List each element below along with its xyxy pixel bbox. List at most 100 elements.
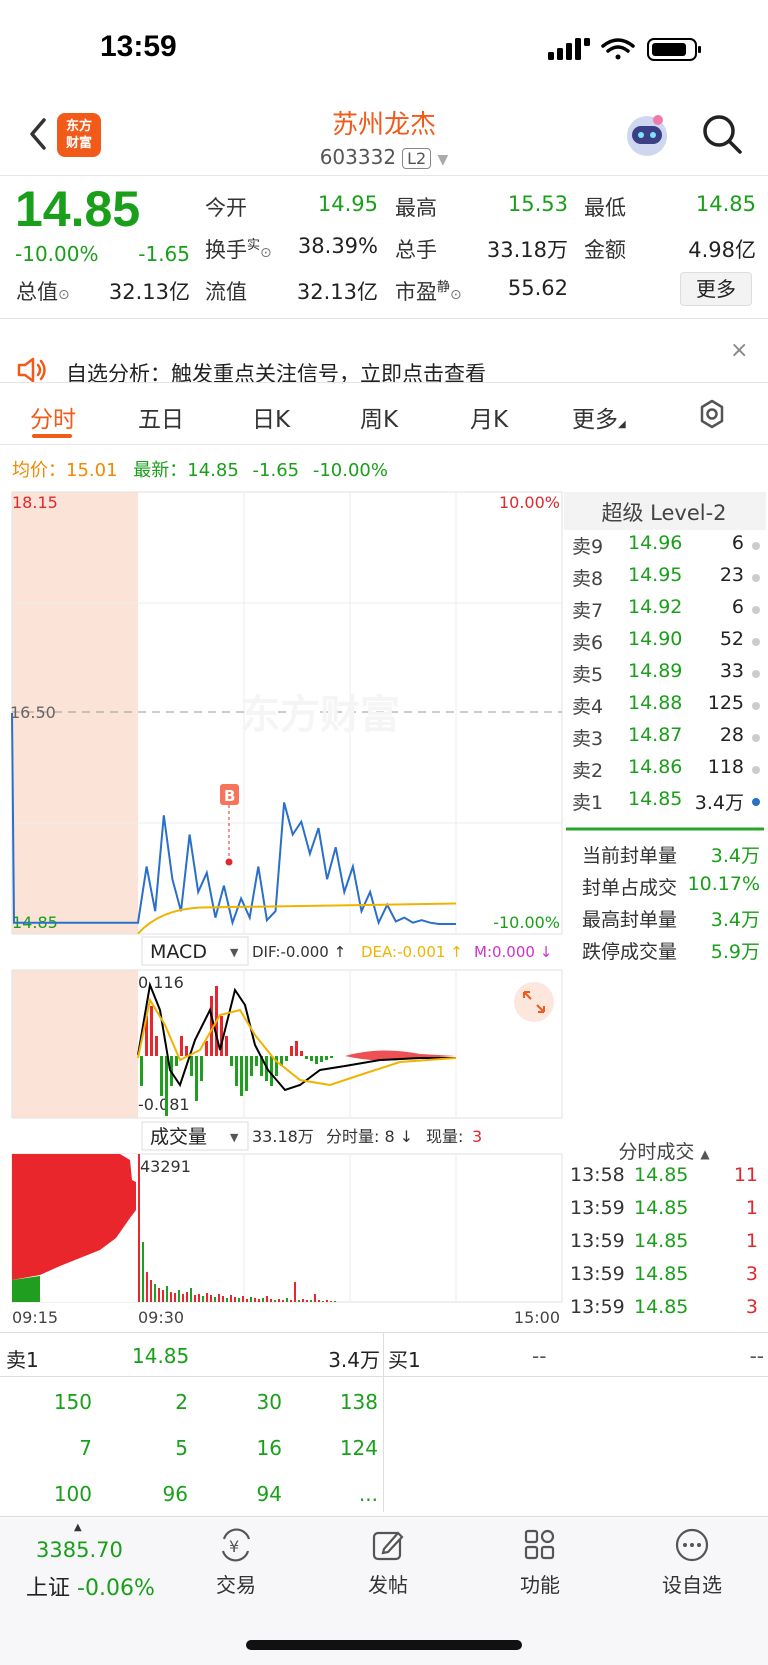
index-label[interactable]: 上证 -0.06% [26, 1570, 155, 1602]
ask-price: 14.96 [628, 532, 683, 554]
pe-label-text: 市盈 [395, 280, 437, 304]
turnover-value: 38.39% [297, 234, 378, 258]
indicator-dot [752, 670, 760, 678]
notice-text[interactable]: 自选分析：触发重点关注信号，立即点击查看 [66, 358, 486, 388]
trades-title[interactable]: 分时成交 ▲ [564, 1137, 764, 1164]
volume-label: 总手 [395, 238, 437, 262]
indicator-dot [752, 734, 760, 742]
expand-button[interactable] [514, 982, 554, 1022]
nav-features[interactable]: 功能 [490, 1525, 590, 1598]
info-icon[interactable]: ⊙ [58, 287, 70, 303]
ask-volume: 23 [719, 564, 744, 586]
macd-bar [325, 1056, 328, 1060]
macd-dif-line [137, 981, 456, 1092]
tab-weekly-k[interactable]: 周K [360, 400, 398, 434]
seal-label: 跌停成交量 [582, 941, 678, 963]
volume-bar [330, 1301, 332, 1302]
volume-bar [322, 1301, 324, 1302]
ask-row[interactable]: 卖3 14.87 28 [564, 724, 764, 756]
nav-post[interactable]: 发帖 [338, 1525, 438, 1598]
tab-intraday[interactable]: 分时 [30, 400, 76, 434]
tab-more-label: 更多 [572, 407, 618, 433]
info-icon[interactable]: ⊙ [450, 287, 462, 303]
seal-label: 当前封单量 [582, 845, 678, 867]
buy-marker[interactable]: B [220, 784, 239, 866]
market-cap-value: 32.13亿 [108, 280, 190, 304]
level2-title[interactable]: 超级 Level-2 [564, 497, 764, 527]
ask-label: 卖7 [572, 600, 604, 622]
tab-five-day[interactable]: 五日 [138, 400, 184, 434]
search-icon[interactable] [700, 112, 744, 156]
volume-bar [162, 1290, 164, 1302]
volume-bar [190, 1288, 192, 1302]
indicator-dot [752, 798, 760, 806]
index-value[interactable]: 3385.70 [36, 1538, 123, 1562]
tab-more[interactable]: 更多◢ [572, 400, 626, 434]
ask-row[interactable]: 卖5 14.89 33 [564, 660, 764, 692]
divider [0, 318, 768, 319]
macd-bar [240, 1056, 243, 1096]
close-icon[interactable]: × [730, 338, 748, 363]
ask-label: 卖2 [572, 760, 604, 782]
wifi-icon [601, 38, 635, 60]
volume-bar [310, 1300, 312, 1302]
tab-monthly-k[interactable]: 月K [470, 400, 508, 434]
nav-add-watchlist[interactable]: 设自选 [642, 1525, 742, 1598]
ask-row[interactable]: 卖6 14.90 52 [564, 628, 764, 660]
ask-row[interactable]: 卖7 14.92 6 [564, 596, 764, 628]
ask-row[interactable]: 卖2 14.86 118 [564, 756, 764, 788]
macd-bar [165, 1056, 168, 1116]
volume-bar [182, 1294, 184, 1302]
seal-row: 跌停成交量 5.9万 [580, 937, 760, 969]
seal-label: 最高封单量 [582, 909, 678, 931]
ask-label: 卖4 [572, 696, 604, 718]
tab-daily-k[interactable]: 日K [252, 400, 290, 434]
volume-bar [138, 1154, 140, 1302]
ask-label: 卖1 [572, 792, 604, 814]
info-icon[interactable]: ⊙ [260, 245, 272, 261]
macd-axis-top: 0.116 [138, 973, 184, 992]
volume-bar [250, 1297, 252, 1302]
pct-axis-bottom: -10.00% [493, 913, 560, 932]
ask-label: 卖6 [572, 632, 604, 654]
volume-bar [222, 1296, 224, 1302]
nav-trade[interactable]: ¥ 交易 [186, 1525, 286, 1598]
volume-bar [254, 1298, 256, 1302]
trade-price: 14.85 [634, 1296, 689, 1318]
volume-bar [234, 1297, 236, 1302]
ask-volume: 118 [707, 756, 744, 778]
time-axis-start: 09:15 [12, 1308, 58, 1327]
ask-row[interactable]: 卖1 14.85 3.4万 [564, 788, 764, 820]
indicator-dot [752, 606, 760, 614]
robot-assistant-icon[interactable] [622, 110, 672, 160]
queue-volume: 7 [79, 1436, 92, 1460]
ask-price: 14.90 [628, 628, 683, 650]
volume-bar [178, 1290, 180, 1302]
status-time: 13:59 [100, 30, 177, 63]
volume-bar [142, 1242, 144, 1302]
latest-pct: -10.00% [312, 460, 388, 481]
seal-row: 当前封单量 3.4万 [580, 841, 760, 873]
ask-row[interactable]: 卖9 14.96 6 [564, 532, 764, 564]
more-button[interactable]: 更多 [680, 272, 752, 306]
volume-per-minute: 分时量: 8 ↓ [326, 1127, 413, 1146]
divider [383, 1332, 384, 1512]
trade-row: 13:59 14.85 3 [568, 1296, 760, 1328]
macd-dea: DEA:-0.001 ↑ [361, 943, 463, 961]
dropdown-caret-icon: ▼ [437, 152, 449, 168]
turnover-sup: 实 [247, 238, 261, 253]
seal-row: 最高封单量 3.4万 [580, 905, 760, 937]
nav-trade-label: 交易 [216, 1573, 256, 1597]
float-cap-value: 32.13亿 [296, 280, 378, 304]
ask-price: 14.92 [628, 596, 683, 618]
volume-bar [202, 1296, 204, 1302]
speaker-icon [17, 357, 46, 383]
gear-icon[interactable] [696, 398, 728, 430]
volume-bar [154, 1284, 156, 1302]
queue-volume: 30 [256, 1390, 282, 1414]
turnover-label: 换手实⊙ [205, 234, 272, 264]
volume-bar [282, 1300, 284, 1302]
ask-row[interactable]: 卖4 14.88 125 [564, 692, 764, 724]
ask-row[interactable]: 卖8 14.95 23 [564, 564, 764, 596]
queue-volume: 94 [256, 1482, 282, 1506]
